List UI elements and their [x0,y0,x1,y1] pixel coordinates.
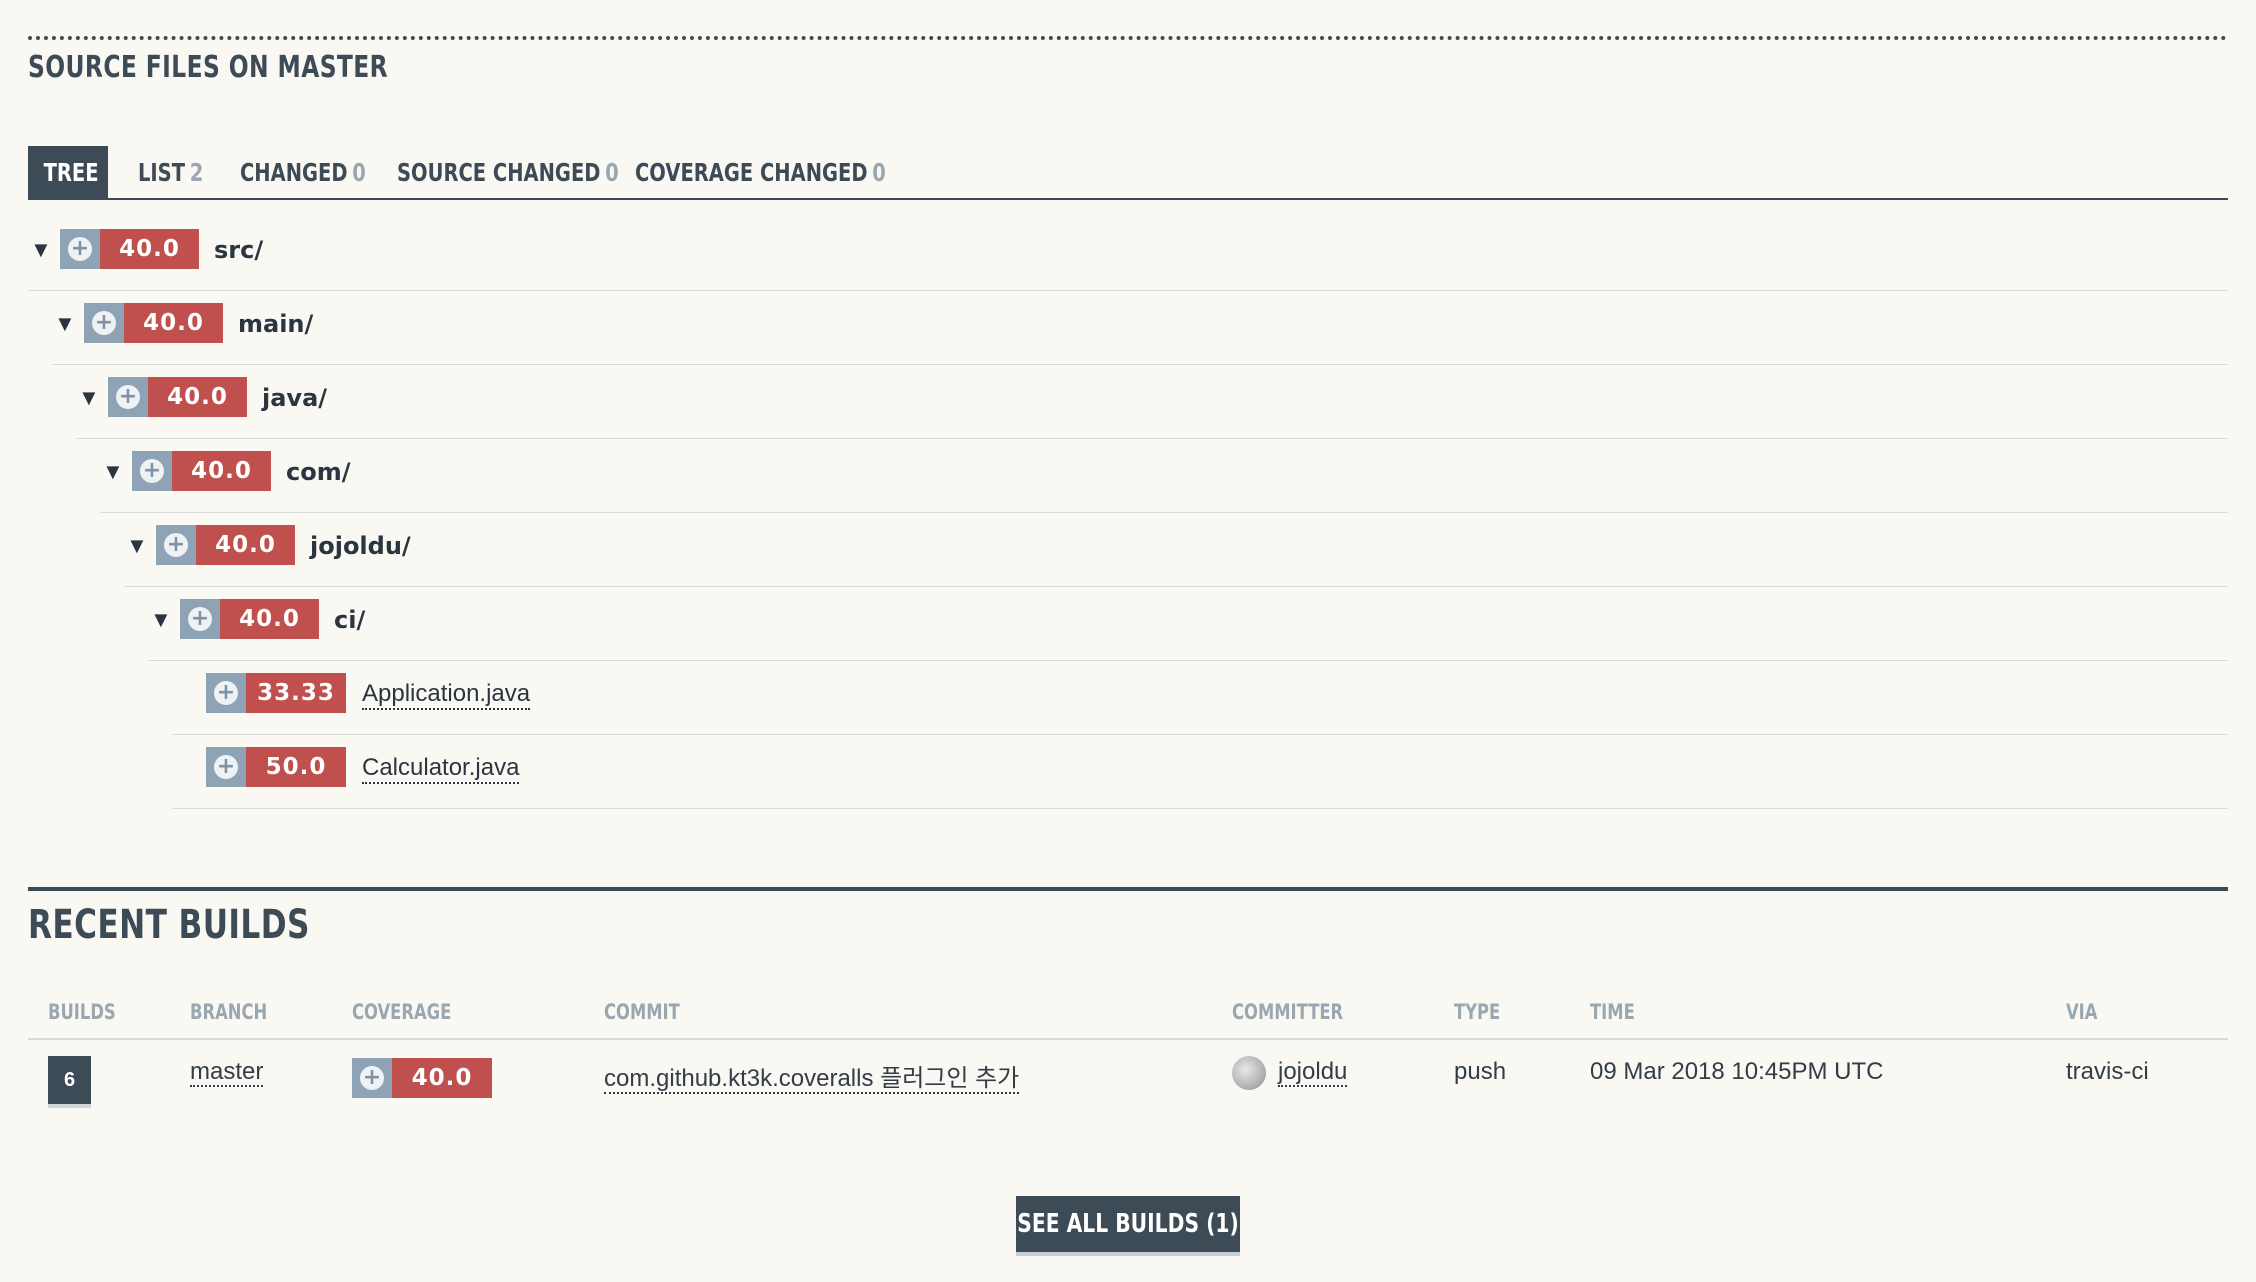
build-number-badge[interactable]: 6 [48,1056,91,1108]
committer-link[interactable]: jojoldu [1278,1058,1348,1087]
header-builds: BUILDS [48,1000,116,1024]
source-files-title: SOURCE FILES ON MASTER [28,50,389,85]
coverage-value: 40.0 [220,599,319,639]
plus-circle-icon: + [156,525,196,565]
branch-link[interactable]: master [190,1058,264,1087]
coverage-value: 40.0 [124,303,223,343]
coverage-value: 40.0 [196,525,295,565]
table-header-divider [28,1038,2228,1040]
user-avatar[interactable] [1232,1056,1266,1090]
tab-source-changed-label: SOURCE CHANGED [397,158,601,187]
plus-circle-icon: + [132,451,172,491]
coverage-badge[interactable]: + 40.0 [352,1058,492,1098]
tree-row-main: ▼ + 40.0 main/ [52,290,2228,365]
tree-row-com: ▼ + 40.0 com/ [100,438,2228,513]
coverage-value: 50.0 [246,747,346,787]
expand-triangle-icon[interactable]: ▼ [78,385,100,411]
dir-name[interactable]: jojoldu/ [310,532,411,560]
tree-row-java: ▼ + 40.0 java/ [76,364,2228,439]
tree-row-src: ▼ + 40.0 src/ [28,216,2228,291]
tab-coverage-changed-label: COVERAGE CHANGED [635,158,868,187]
header-branch: BRANCH [190,1000,268,1024]
tree-row-ci: ▼ + 40.0 ci/ [148,586,2228,661]
dir-name[interactable]: com/ [286,458,351,486]
build-type: push [1454,1058,1507,1085]
tab-tree[interactable]: TREE [28,146,108,198]
coverage-value: 33.33 [246,673,346,713]
see-all-builds-button[interactable]: SEE ALL BUILDS (1) [1016,1196,1240,1256]
coverage-badge[interactable]: + 40.0 [84,303,223,343]
header-coverage: COVERAGE [352,1000,452,1024]
tab-coverage-changed-count: 0 [872,158,886,187]
coverage-value: 40.0 [100,229,199,269]
tab-tree-label: TREE [43,158,99,187]
expand-triangle-icon[interactable]: ▼ [150,607,172,633]
coverage-badge[interactable]: + 40.0 [156,525,295,565]
plus-circle-icon: + [352,1058,392,1098]
header-via: VIA [2066,1000,2098,1024]
tab-changed-label: CHANGED [240,158,348,187]
build-via: travis-ci [2066,1058,2149,1085]
coverage-badge[interactable]: + 40.0 [180,599,319,639]
tab-changed-count: 0 [352,158,366,187]
dir-name[interactable]: ci/ [334,606,365,634]
header-time: TIME [1590,1000,1635,1024]
coverage-value: 40.0 [172,451,271,491]
builds-divider [28,887,2228,891]
expand-triangle-icon[interactable]: ▼ [54,311,76,337]
plus-circle-icon: + [206,747,246,787]
file-link[interactable]: Application.java [362,680,531,710]
header-commit: COMMIT [604,1000,680,1024]
commit-link[interactable]: com.github.kt3k.coveralls 플러그인 추가 [604,1065,1020,1094]
top-dotted-divider [28,36,2228,40]
tree-row-application-java: + 33.33 Application.java [172,660,2228,735]
coverage-badge[interactable]: + 33.33 [206,673,346,713]
plus-circle-icon: + [180,599,220,639]
tab-coverage-changed[interactable]: COVERAGE CHANGED 0 [635,146,957,198]
coverage-badge[interactable]: + 40.0 [132,451,271,491]
expand-triangle-icon[interactable]: ▼ [102,459,124,485]
expand-triangle-icon[interactable]: ▼ [30,237,52,263]
coverage-badge[interactable]: + 40.0 [60,229,199,269]
header-type: TYPE [1454,1000,1501,1024]
plus-circle-icon: + [84,303,124,343]
tab-list-label: LIST [138,158,186,187]
coverage-value: 40.0 [392,1058,492,1098]
recent-builds-title: RECENT BUILDS [28,902,310,948]
tab-changed[interactable]: CHANGED 0 [240,146,401,198]
plus-circle-icon: + [108,377,148,417]
build-time: 09 Mar 2018 10:45PM UTC [1590,1058,1884,1085]
expand-triangle-icon[interactable]: ▼ [126,533,148,559]
see-all-builds-label: SEE ALL BUILDS (1) [1017,1209,1239,1239]
plus-circle-icon: + [60,229,100,269]
tab-list[interactable]: LIST 2 [138,146,222,198]
coverage-value: 40.0 [148,377,247,417]
file-link[interactable]: Calculator.java [362,754,520,784]
coverage-badge[interactable]: + 50.0 [206,747,346,787]
dir-name[interactable]: main/ [238,310,313,338]
tab-source-changed-count: 0 [605,158,619,187]
header-committer: COMMITTER [1232,1000,1344,1024]
coverage-badge[interactable]: + 40.0 [108,377,247,417]
tree-row-jojoldu: ▼ + 40.0 jojoldu/ [124,512,2228,587]
plus-circle-icon: + [206,673,246,713]
tree-row-calculator-java: + 50.0 Calculator.java [172,734,2228,809]
dir-name[interactable]: src/ [214,236,263,264]
source-tabs: TREE LIST 2 CHANGED 0 SOURCE CHANGED 0 COVE… [28,146,2228,200]
dir-name[interactable]: java/ [262,384,327,412]
tab-list-count: 2 [189,158,204,187]
